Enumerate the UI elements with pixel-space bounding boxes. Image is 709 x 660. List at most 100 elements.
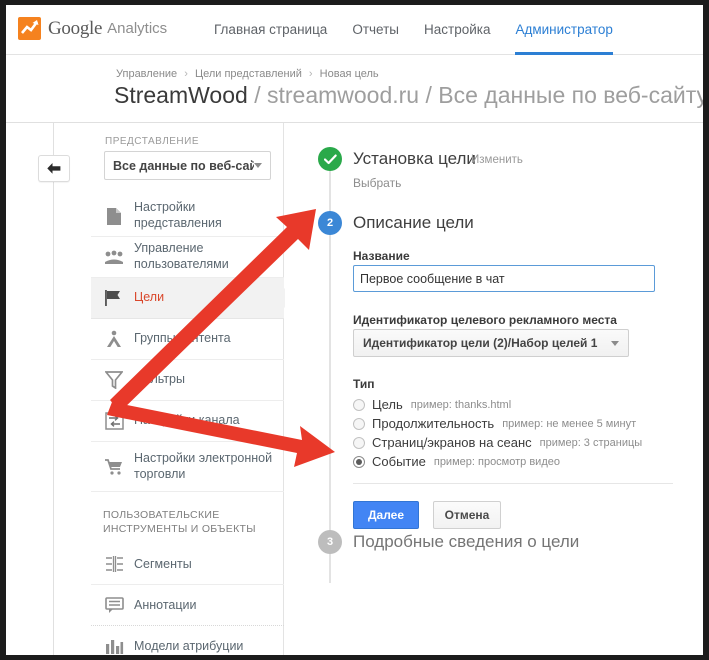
goal-type-option-destination[interactable]: Цель пример: thanks.html: [353, 395, 642, 414]
cancel-button[interactable]: Отмена: [433, 501, 501, 529]
annotations-icon: [103, 594, 125, 616]
sidebar-item-segments[interactable]: Сегменты: [91, 544, 284, 586]
goal-type-radio-group: Цель пример: thanks.html Продолжительнос…: [353, 395, 642, 471]
goal-slot-select[interactable]: Идентификатор цели (2)/Набор целей 1: [353, 329, 630, 357]
radio-label: Цель: [372, 397, 403, 412]
back-button[interactable]: [38, 155, 70, 182]
radio-hint: пример: не менее 5 минут: [502, 417, 637, 430]
sidebar-item-label: Настройки представления: [134, 200, 222, 230]
logo-google-text: Google: [48, 17, 103, 39]
topnav-item-home[interactable]: Главная страница: [214, 5, 327, 55]
goal-name-label: Название: [353, 249, 410, 263]
radio-icon[interactable]: [353, 398, 365, 411]
goal-type-option-event[interactable]: Событие пример: просмотр видео: [353, 452, 642, 471]
left-rail-divider: [53, 123, 54, 655]
breadcrumb-separator: ›: [184, 68, 188, 80]
goal-wizard-panel: Установка цели Изменить Выбрать 2 Описан…: [285, 123, 703, 655]
sidebar-item-content-groups[interactable]: Группы контента: [91, 319, 284, 360]
funnel-icon: [103, 369, 125, 391]
content-group-icon: [103, 328, 125, 350]
breadcrumb-item-admin[interactable]: Управление: [116, 68, 177, 80]
next-button[interactable]: Далее: [353, 501, 419, 529]
form-divider: [353, 483, 673, 484]
radio-hint: пример: 3 страницы: [539, 436, 643, 449]
page-title-separator: /: [254, 82, 261, 108]
page-title-separator: /: [425, 82, 432, 108]
chevron-down-icon: [254, 163, 262, 168]
cart-icon: [103, 456, 125, 478]
sidebar-item-label: Аннотации: [134, 597, 197, 612]
radio-icon[interactable]: [353, 436, 365, 449]
sidebar-item-goals[interactable]: Цели: [91, 278, 294, 319]
view-selector[interactable]: Все данные по веб-сайту: [104, 151, 271, 180]
users-icon: [103, 246, 125, 268]
goal-slot-label: Идентификатор целевого рекламного места: [353, 313, 617, 327]
radio-label: Событие: [372, 454, 426, 469]
breadcrumb-item-view-goals[interactable]: Цели представлений: [195, 68, 302, 80]
radio-hint: пример: просмотр видео: [433, 455, 560, 468]
sidebar-item-label: Фильтры: [134, 372, 185, 387]
page-title-account: StreamWood: [114, 82, 248, 108]
goal-name-input[interactable]: [353, 265, 655, 292]
sidebar-item-label: Модели атрибуции: [134, 638, 244, 653]
sidebar-item-annotations[interactable]: Аннотации: [91, 585, 284, 627]
page-title-view: Все данные по веб-сайту: [438, 82, 703, 108]
goal-type-option-pages-per-session[interactable]: Страниц/экранов на сеанс пример: 3 стран…: [353, 433, 642, 452]
radio-hint: пример: thanks.html: [410, 398, 512, 411]
top-bar: Google Analytics Главная страница Отчеты…: [6, 5, 703, 55]
google-analytics-logo[interactable]: Google Analytics: [18, 17, 167, 40]
radio-label: Страниц/экранов на сеанс: [372, 435, 532, 450]
step2-title: Описание цели: [353, 213, 474, 232]
sidebar-item-ecommerce-settings[interactable]: Настройки электронной торговли: [91, 442, 284, 492]
back-arrow-icon: [47, 163, 61, 174]
radio-icon[interactable]: [353, 455, 365, 468]
step1-title: Установка цели: [353, 149, 476, 168]
channel-icon: [103, 410, 125, 432]
step1-subtitle: Выбрать: [353, 176, 402, 190]
sidebar-item-user-management[interactable]: Управление пользователями: [91, 237, 284, 278]
page-title-property: streamwood.ru: [266, 82, 420, 108]
goal-type-label: Тип: [353, 377, 375, 391]
topnav-item-reports[interactable]: Отчеты: [352, 5, 399, 55]
page-title: StreamWood / streamwood.ru / Все данные …: [114, 82, 703, 109]
chevron-down-icon: [611, 340, 620, 346]
admin-sidebar: ПРЕДСТАВЛЕНИЕ Все данные по веб-сайту На…: [91, 123, 294, 655]
breadcrumb: Управление › Цели представлений › Новая …: [116, 68, 379, 80]
sidebar-item-label: Группы контента: [134, 331, 231, 346]
view-selector-value: Все данные по веб-сайту: [113, 158, 254, 173]
goal-type-option-duration[interactable]: Продолжительность пример: не менее 5 мин…: [353, 414, 642, 433]
sidebar-item-label: Цели: [134, 290, 165, 305]
analytics-chart-icon: [18, 17, 41, 40]
radio-label: Продолжительность: [372, 416, 495, 431]
sidebar-item-label: Сегменты: [134, 556, 192, 571]
radio-icon[interactable]: [353, 417, 365, 430]
sidebar-nav-list: Настройки представления Управление польз…: [91, 196, 294, 655]
topnav-item-admin[interactable]: Администратор: [515, 5, 614, 55]
flag-icon: [103, 287, 125, 309]
sidebar-item-filters[interactable]: Фильтры: [91, 360, 284, 401]
segments-icon: [103, 553, 125, 575]
sidebar-item-label: Управление пользователями: [134, 241, 229, 271]
app-window: Google Analytics Главная страница Отчеты…: [6, 5, 703, 655]
document-icon: [103, 205, 125, 227]
sidebar-item-view-settings[interactable]: Настройки представления: [91, 196, 284, 237]
sidebar-item-label: Настройки канала: [134, 413, 240, 428]
sidebar-item-attribution-models[interactable]: Модели атрибуции: [91, 626, 284, 655]
breadcrumb-separator: ›: [308, 68, 313, 80]
page-header: Управление › Цели представлений › Новая …: [6, 56, 703, 123]
logo-analytics-text: Analytics: [107, 20, 168, 37]
breadcrumb-item-new-goal[interactable]: Новая цель: [320, 68, 379, 80]
sidebar-section-title: ПОЛЬЗОВАТЕЛЬСКИЕ ИНСТРУМЕНТЫ И ОБЪЕКТЫ: [103, 509, 256, 536]
view-section-label: ПРЕДСТАВЛЕНИЕ: [105, 136, 200, 147]
step1-edit-link[interactable]: Изменить: [471, 154, 523, 166]
sidebar-item-label: Настройки электронной торговли: [134, 450, 273, 481]
goal-slot-value: Идентификатор цели (2)/Набор целей 1: [363, 336, 598, 350]
step3-title: Подробные сведения о цели: [353, 532, 580, 551]
topnav-item-customization[interactable]: Настройка: [424, 5, 490, 55]
top-navigation: Главная страница Отчеты Настройка Админи…: [214, 5, 614, 55]
attribution-icon: [103, 635, 125, 655]
step1-status-check-icon: [318, 147, 342, 171]
sidebar-item-channel-settings[interactable]: Настройки канала: [91, 401, 284, 442]
step3-number-badge: 3: [318, 530, 342, 554]
step2-number-badge: 2: [318, 211, 342, 235]
